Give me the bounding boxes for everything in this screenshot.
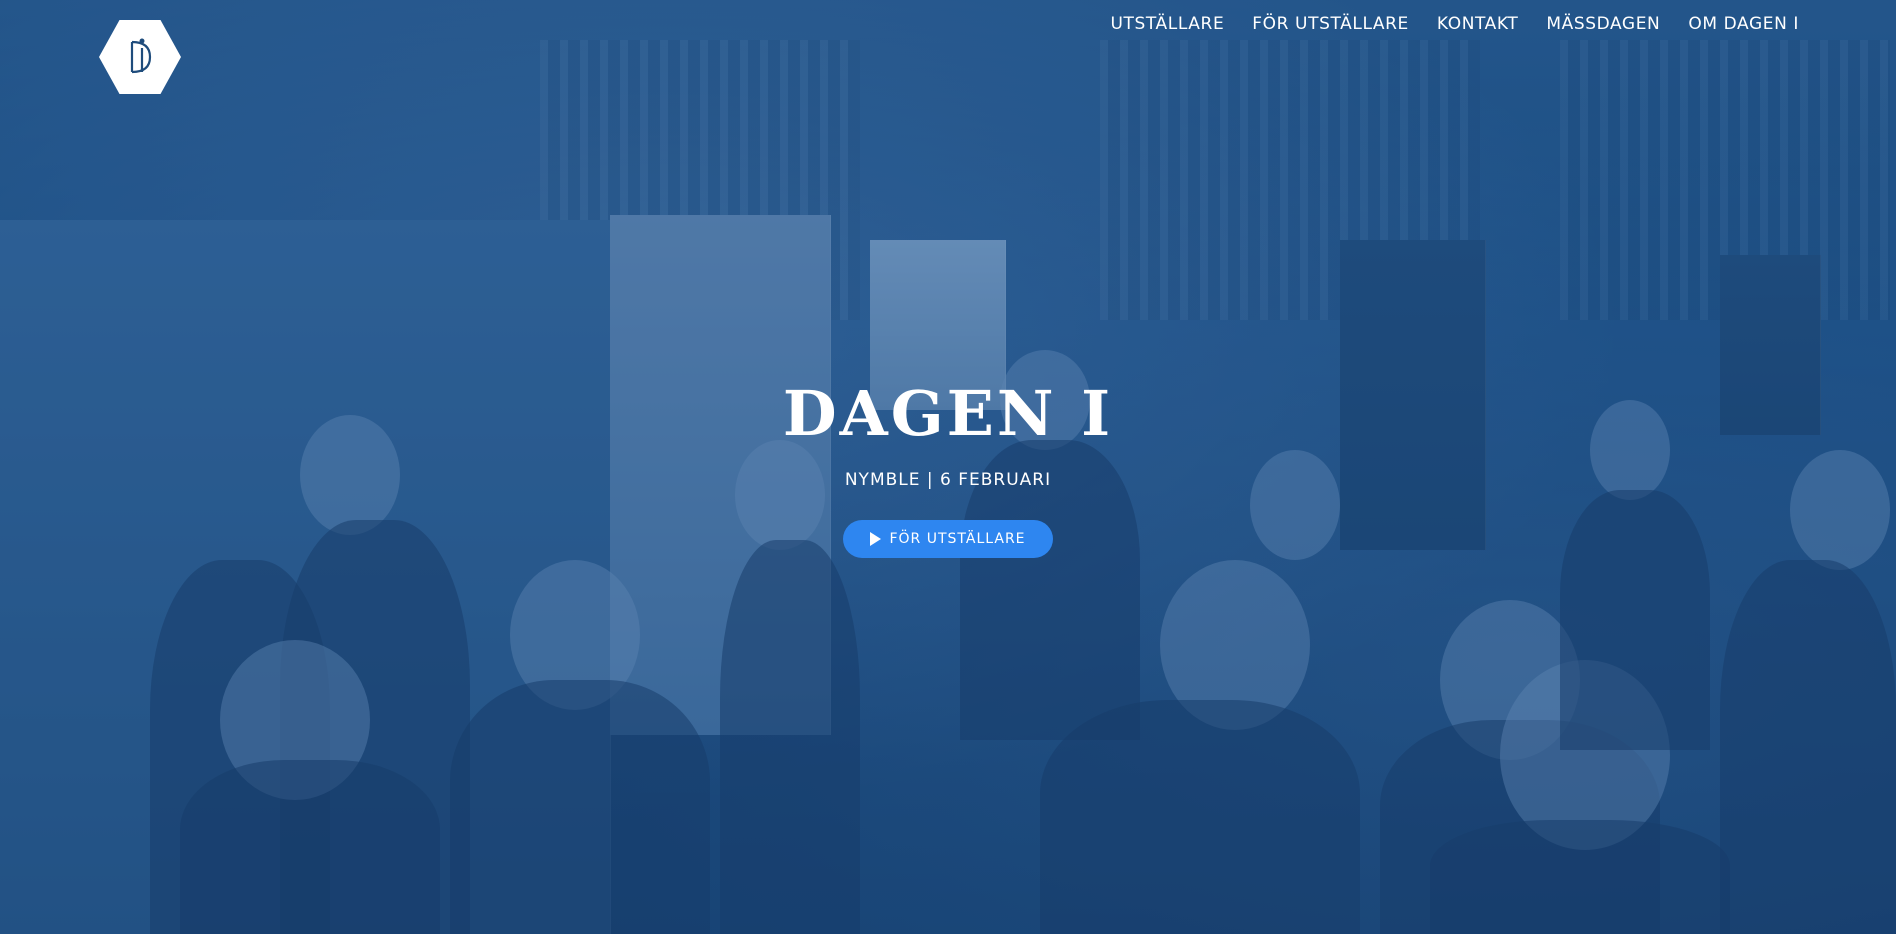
hexagon-di-logo-icon	[130, 38, 152, 74]
nav-kontakt[interactable]: KONTAKT	[1437, 14, 1518, 34]
hero-subtitle: NYMBLE | 6 FEBRUARI	[844, 470, 1052, 491]
hero-content: DAGEN I NYMBLE | 6 FEBRUARI FÖR UTSTÄLLA…	[0, 377, 1896, 559]
nav-utstallare[interactable]: UTSTÄLLARE	[1110, 14, 1224, 34]
hero-section: UTSTÄLLARE FÖR UTSTÄLLARE KONTAKT MÄSSDA…	[0, 0, 1896, 934]
nav-om-dagen-i[interactable]: OM DAGEN I	[1688, 14, 1799, 34]
main-nav: UTSTÄLLARE FÖR UTSTÄLLARE KONTAKT MÄSSDA…	[1110, 14, 1799, 34]
nav-massdagen[interactable]: MÄSSDAGEN	[1546, 14, 1660, 34]
play-icon	[870, 532, 882, 547]
cta-label: FÖR UTSTÄLLARE	[889, 531, 1026, 548]
hero-title: DAGEN I	[782, 377, 1114, 450]
for-utstallare-button[interactable]: FÖR UTSTÄLLARE	[843, 520, 1053, 559]
nav-for-utstallare[interactable]: FÖR UTSTÄLLARE	[1252, 14, 1409, 34]
